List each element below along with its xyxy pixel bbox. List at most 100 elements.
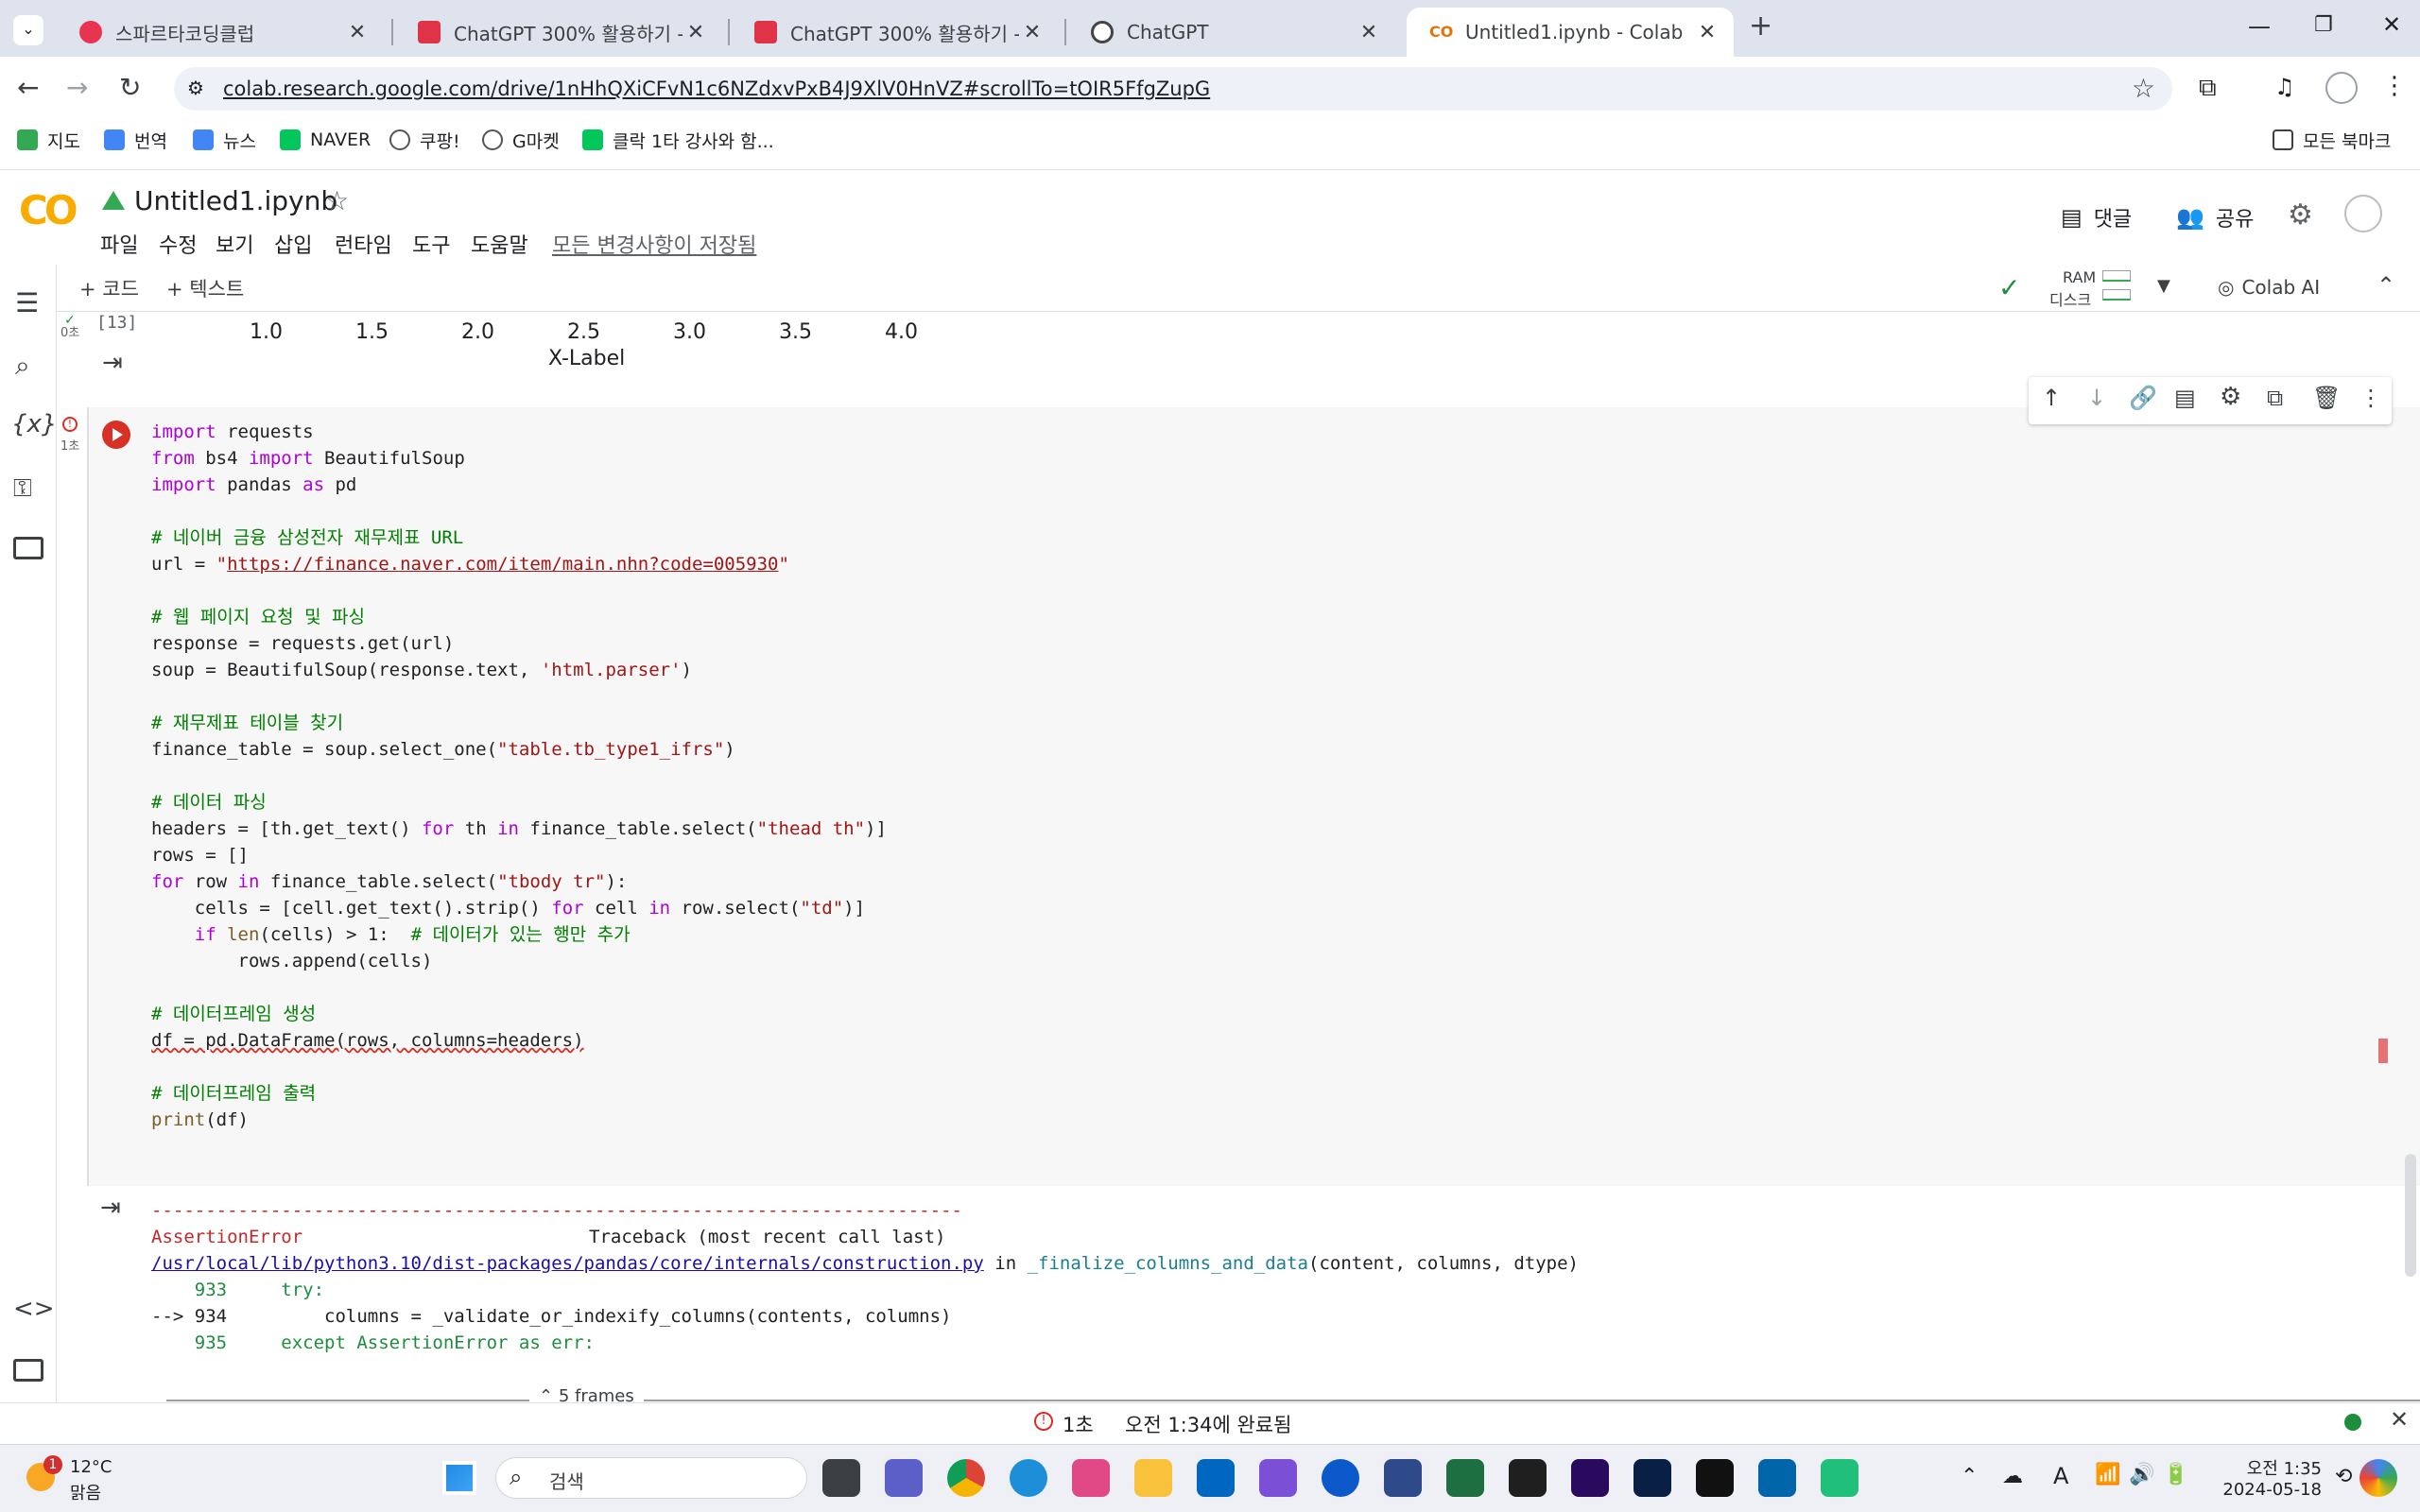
battery-icon[interactable]: 🔋 bbox=[2163, 1463, 2188, 1486]
app-icon[interactable] bbox=[1259, 1459, 1297, 1497]
profile-avatar[interactable] bbox=[2325, 72, 2358, 104]
app-icon[interactable] bbox=[1322, 1459, 1359, 1497]
notebook-title[interactable]: Untitled1.ipynb bbox=[134, 185, 337, 216]
add-text-button[interactable]: + 텍스트 bbox=[166, 274, 244, 302]
cell-settings-icon[interactable]: ⚙ bbox=[2220, 383, 2241, 411]
tray-chevron-up-icon[interactable]: ⌃ bbox=[1961, 1465, 1978, 1488]
search-icon[interactable]: ⌕ bbox=[15, 350, 30, 382]
account-avatar[interactable] bbox=[2344, 195, 2382, 232]
close-icon[interactable]: ✕ bbox=[344, 21, 371, 44]
extensions-icon[interactable]: ⧉ bbox=[2199, 74, 2217, 103]
variables-icon[interactable]: {x} bbox=[11, 410, 57, 438]
code-snippets-icon[interactable]: <> bbox=[13, 1295, 55, 1323]
tab-chatgpt-1[interactable]: ChatGPT 300% 활용하기 - 1주✕ bbox=[395, 8, 722, 57]
all-bookmarks[interactable]: 모든 북마크 bbox=[2273, 127, 2391, 153]
clock-date[interactable]: 2024-05-18 bbox=[2208, 1480, 2322, 1500]
forward-icon[interactable]: → bbox=[66, 72, 88, 103]
comment-icon[interactable]: ▤ bbox=[2174, 385, 2196, 411]
windows-start-icon[interactable] bbox=[442, 1461, 476, 1495]
traceback-file-link[interactable]: /usr/local/lib/python3.10/dist-packages/… bbox=[151, 1253, 984, 1274]
tab-chatgpt[interactable]: ChatGPT ✕ bbox=[1068, 8, 1395, 57]
close-icon[interactable]: ✕ bbox=[1356, 21, 1382, 44]
table-of-contents-icon[interactable]: ☰ bbox=[15, 287, 39, 318]
comment-button[interactable]: ▤ 댓글 bbox=[2061, 202, 2132, 232]
vertical-scrollbar[interactable] bbox=[2405, 1154, 2416, 1277]
file-explorer-icon[interactable] bbox=[1134, 1459, 1172, 1497]
acrobat-icon[interactable] bbox=[1509, 1459, 1547, 1497]
menu-edit[interactable]: 수정 bbox=[159, 229, 197, 259]
vscode-icon[interactable] bbox=[1758, 1459, 1796, 1497]
delete-icon[interactable]: 🗑 bbox=[2312, 385, 2341, 411]
app-icon[interactable] bbox=[1384, 1459, 1422, 1497]
copilot-icon[interactable] bbox=[2360, 1459, 2397, 1497]
back-icon[interactable]: ← bbox=[17, 72, 39, 103]
store-icon[interactable] bbox=[1197, 1459, 1235, 1497]
excel-icon[interactable] bbox=[1446, 1459, 1484, 1497]
star-icon[interactable]: ☆ bbox=[325, 185, 349, 216]
folder-icon[interactable] bbox=[13, 537, 43, 559]
bookmark-item[interactable]: G마켓 bbox=[482, 127, 560, 153]
bookmark-item[interactable]: 쿠팡! bbox=[389, 127, 460, 153]
browser-menu-icon[interactable]: ⋮ bbox=[2382, 72, 2407, 100]
share-button[interactable]: 👥 공유 bbox=[2176, 202, 2254, 232]
close-icon[interactable]: ✕ bbox=[683, 21, 709, 44]
notifications-icon[interactable]: ⟲ bbox=[2335, 1465, 2352, 1488]
menu-help[interactable]: 도움말 bbox=[471, 229, 528, 259]
chrome-icon[interactable] bbox=[947, 1459, 985, 1497]
move-up-icon[interactable]: ↑ bbox=[2042, 385, 2061, 411]
frames-toggle[interactable]: ⌃ 5 frames bbox=[529, 1386, 644, 1402]
photoshop-icon[interactable] bbox=[1634, 1459, 1671, 1497]
new-tab-button[interactable]: + bbox=[1749, 9, 1772, 43]
bookmark-item[interactable]: 지도 bbox=[17, 127, 80, 153]
taskbar-search[interactable]: ⌕ 검색 bbox=[495, 1457, 807, 1499]
mirror-cell-icon[interactable]: ⧉ bbox=[2267, 385, 2283, 411]
saved-status[interactable]: 모든 변경사항이 저장됨 bbox=[552, 229, 756, 259]
menu-runtime[interactable]: 런타임 bbox=[335, 229, 392, 259]
site-info-icon[interactable]: ⚙ bbox=[187, 77, 204, 99]
key-icon[interactable]: ⚿ bbox=[13, 474, 32, 504]
teams-icon[interactable] bbox=[885, 1459, 923, 1497]
wifi-icon[interactable]: 📶 bbox=[2095, 1463, 2120, 1486]
close-window-icon[interactable]: ✕ bbox=[2382, 11, 2401, 38]
restore-icon[interactable]: ❐ bbox=[2314, 13, 2333, 37]
tab-sparta[interactable]: 스파르타코딩클럽 ✕ bbox=[57, 8, 384, 57]
reload-icon[interactable]: ↻ bbox=[119, 72, 141, 103]
menu-view[interactable]: 보기 bbox=[216, 229, 253, 259]
more-options-icon[interactable]: ⋮ bbox=[2360, 385, 2382, 411]
minimize-icon[interactable]: — bbox=[2248, 13, 2271, 40]
link-icon[interactable]: 🔗 bbox=[2129, 385, 2157, 411]
move-down-icon[interactable]: ↓ bbox=[2087, 385, 2106, 411]
bookmark-item[interactable]: 클락 1타 강사와 함... bbox=[582, 127, 774, 153]
resources-dropdown-icon[interactable]: ▼ bbox=[2157, 276, 2170, 296]
disk-meter[interactable] bbox=[2102, 289, 2131, 301]
tab-chatgpt-0[interactable]: ChatGPT 300% 활용하기 - 0주✕ bbox=[732, 8, 1059, 57]
add-code-button[interactable]: + 코드 bbox=[79, 274, 139, 302]
clock-time[interactable]: 오전 1:35 bbox=[2227, 1455, 2322, 1480]
code-editor[interactable]: import requests from bs4 import Beautifu… bbox=[151, 419, 887, 1133]
menu-file[interactable]: 파일 bbox=[100, 229, 138, 259]
app-icon[interactable] bbox=[1072, 1459, 1110, 1497]
menu-insert[interactable]: 삽입 bbox=[274, 229, 312, 259]
close-icon[interactable]: ✕ bbox=[1019, 21, 1046, 44]
close-icon[interactable]: ✕ bbox=[1694, 21, 1720, 44]
premiere-icon[interactable] bbox=[1571, 1459, 1609, 1497]
bookmark-item[interactable]: 뉴스 bbox=[193, 127, 256, 153]
colab-logo[interactable]: CO bbox=[19, 187, 78, 233]
terminal-icon[interactable] bbox=[13, 1359, 43, 1382]
collapse-header-icon[interactable]: ⌃ bbox=[2377, 272, 2395, 299]
media-control-icon[interactable]: ♫ bbox=[2274, 74, 2295, 100]
volume-icon[interactable]: 🔊 bbox=[2129, 1463, 2154, 1486]
bookmark-item[interactable]: 번역 bbox=[104, 127, 167, 153]
output-toggle-icon[interactable]: ⇥ bbox=[100, 1194, 121, 1222]
tab-search-button[interactable]: ⌄ bbox=[13, 15, 43, 45]
menu-tools[interactable]: 도구 bbox=[412, 229, 450, 259]
tab-colab-active[interactable]: CO Untitled1.ipynb - Colab ✕ bbox=[1407, 8, 1734, 57]
colab-ai-button[interactable]: ◎ Colab AI bbox=[2218, 276, 2320, 299]
ime-icon[interactable]: A bbox=[2053, 1463, 2068, 1489]
pycharm-icon[interactable] bbox=[1696, 1459, 1734, 1497]
app-icon[interactable] bbox=[1821, 1459, 1858, 1497]
ram-meter[interactable] bbox=[2102, 270, 2131, 282]
output-toggle-icon[interactable]: ⇥ bbox=[102, 349, 123, 377]
edge-icon[interactable] bbox=[1010, 1459, 1047, 1497]
onedrive-icon[interactable]: ☁ bbox=[2002, 1465, 2023, 1488]
